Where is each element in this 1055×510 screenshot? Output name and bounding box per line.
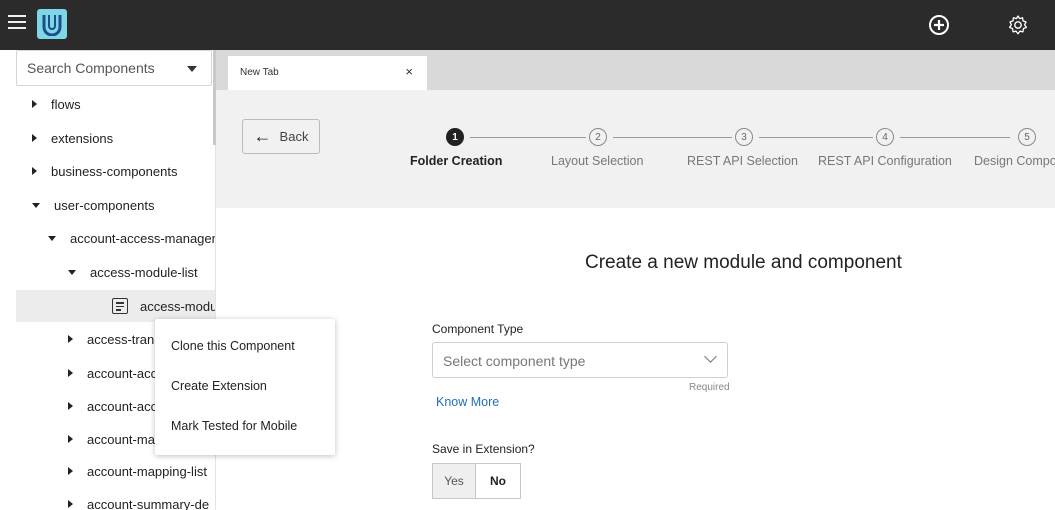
tree-item-access-tran[interactable]: access-tran — [68, 324, 154, 354]
tree-item-label: account-mapping-list — [87, 463, 207, 479]
tree-item-label: account-access-managen — [70, 230, 216, 246]
tree-item-label: flows — [51, 96, 81, 112]
step-connector — [613, 137, 732, 138]
tree-item-account-mapping-list[interactable]: account-mapping-list — [68, 456, 207, 486]
tree-item-account-summary-de[interactable]: account-summary-de — [68, 489, 209, 510]
tree-item-business-components[interactable]: business-components — [32, 156, 177, 186]
gear-icon[interactable] — [1007, 14, 1029, 36]
tree-item-account-access-management[interactable]: account-access-managen — [48, 223, 216, 253]
search-components-dropdown[interactable]: Search Components — [16, 50, 212, 86]
back-label: Back — [279, 129, 309, 144]
step-connector — [900, 137, 1010, 138]
tree-item-label: extensions — [51, 130, 114, 146]
tree-item-label: access-tran — [87, 331, 155, 347]
plus-circle-icon[interactable] — [928, 14, 950, 36]
hamburger-icon[interactable] — [8, 15, 26, 33]
step-3-label: REST API Selection — [687, 154, 798, 168]
menu-item-clone-component[interactable]: Clone this Component — [171, 339, 295, 353]
top-bar — [0, 0, 1055, 50]
step-5-label: Design Compo — [974, 154, 1055, 168]
menu-item-create-extension[interactable]: Create Extension — [171, 379, 267, 393]
tree-item-access-module-list[interactable]: access-module-list — [68, 257, 198, 287]
expand-icon — [32, 100, 37, 108]
arrow-left-icon: ← — [253, 126, 272, 146]
expand-icon — [68, 335, 73, 343]
step-4-circle[interactable]: 4 — [876, 128, 894, 146]
save-in-extension-label: Save in Extension? — [432, 442, 535, 456]
back-button[interactable]: ← Back — [242, 119, 320, 154]
collapse-icon — [48, 235, 56, 241]
close-icon[interactable]: × — [405, 64, 413, 79]
tree-item-extensions[interactable]: extensions — [32, 123, 113, 153]
tree-item-label: account-acc — [87, 365, 158, 381]
context-menu: Clone this Component Create Extension Ma… — [155, 319, 335, 455]
expand-icon — [68, 500, 73, 508]
tree-item-flows[interactable]: flows — [32, 89, 81, 119]
tree-item-user-components[interactable]: user-components — [32, 190, 154, 220]
app-logo[interactable] — [37, 9, 67, 39]
required-hint: Required — [689, 382, 730, 393]
step-1-circle: 1 — [446, 128, 464, 146]
expand-icon — [68, 402, 73, 410]
component-type-select[interactable]: Select component type — [432, 342, 728, 378]
wizard-header: ← Back 1 2 3 4 5 Folder Creation Layout … — [216, 90, 1055, 208]
tree-item-label: user-components — [54, 197, 155, 213]
step-3-circle[interactable]: 3 — [735, 128, 753, 146]
expand-icon — [68, 467, 73, 475]
know-more-link[interactable]: Know More — [436, 395, 499, 409]
step-2-circle[interactable]: 2 — [589, 128, 607, 146]
tree-item-label: account-ma — [87, 431, 155, 447]
expand-icon — [32, 134, 37, 142]
caret-down-icon — [187, 66, 197, 72]
expand-icon — [68, 369, 73, 377]
no-toggle-button[interactable]: No — [476, 463, 521, 499]
step-2-label: Layout Selection — [551, 154, 644, 168]
expand-icon — [68, 435, 73, 443]
collapse-icon — [32, 202, 40, 208]
tree-item-label: access-module-list — [90, 264, 198, 280]
tree-item-label: account-summary-de — [87, 496, 210, 510]
component-type-placeholder: Select component type — [443, 353, 586, 369]
tree-item-label: business-components — [51, 163, 178, 179]
tab-label: New Tab — [240, 67, 279, 78]
search-placeholder: Search Components — [27, 60, 155, 76]
tree-item-account-acc-1[interactable]: account-acc — [68, 358, 157, 388]
step-connector — [470, 137, 586, 138]
tree-item-account-ma[interactable]: account-ma — [68, 424, 155, 454]
collapse-icon — [68, 269, 76, 275]
tree-item-label: access-modu — [140, 298, 216, 314]
document-icon — [112, 298, 128, 314]
step-4-label: REST API Configuration — [818, 154, 952, 168]
yes-toggle-button[interactable]: Yes — [432, 463, 476, 499]
step-connector — [759, 137, 873, 138]
step-1-label: Folder Creation — [410, 154, 503, 168]
expand-icon — [32, 167, 37, 175]
step-5-circle[interactable]: 5 — [1018, 128, 1036, 146]
chevron-down-icon — [704, 350, 717, 363]
tree-item-access-module[interactable]: access-modu — [112, 291, 216, 321]
page-title: Create a new module and component — [585, 252, 902, 273]
tab-strip: New Tab × — [216, 50, 1055, 90]
tree-item-account-acc-2[interactable]: account-acc — [68, 391, 157, 421]
tree-item-label: account-acc — [87, 398, 158, 414]
component-type-label: Component Type — [432, 322, 524, 336]
menu-item-mark-tested-mobile[interactable]: Mark Tested for Mobile — [171, 419, 297, 433]
tab-new-tab[interactable]: New Tab × — [228, 56, 427, 90]
